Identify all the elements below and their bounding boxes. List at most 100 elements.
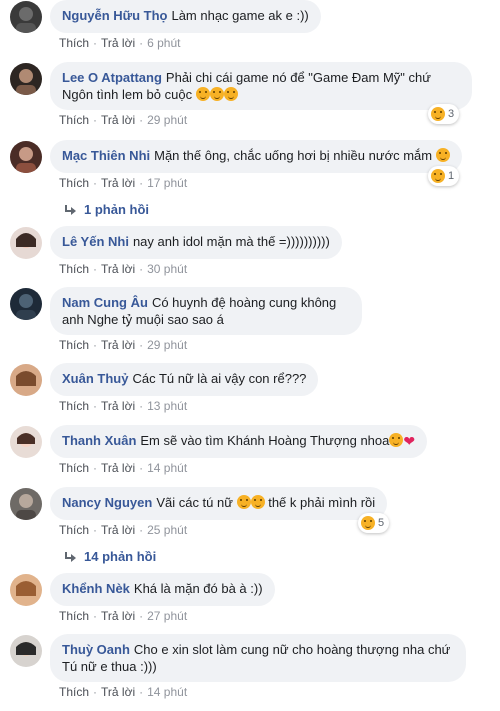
like-link[interactable]: Thích: [59, 461, 89, 475]
comment-text: Vãi các tú nữ: [156, 495, 233, 510]
reply-link[interactable]: Trả lời: [101, 113, 135, 127]
comment-text: Các Tú nữ là ai vậy con rể???: [132, 371, 307, 386]
reply-link[interactable]: Trả lời: [101, 461, 135, 475]
sad-emoji-icon: [223, 87, 238, 101]
comment-item: Lê Yến Nhi nay anh idol mặn mà thế =)))))…: [8, 226, 492, 276]
comment-item: Mạc Thiên Nhi Mặn thế ông, chắc uống hơi …: [8, 140, 492, 220]
comment-time[interactable]: 13 phút: [147, 399, 187, 413]
comment-time[interactable]: 14 phút: [147, 461, 187, 475]
comment-author[interactable]: Mạc Thiên Nhi: [62, 148, 150, 163]
comment-text-end: thế k phải mình rồi: [268, 495, 376, 510]
comment-actions: Thích · Trả lời · 6 phút: [59, 36, 181, 50]
reaction-badge[interactable]: 1: [428, 166, 460, 186]
comment-text: Mặn thế ông, chắc uống hơi bị nhiều nước…: [154, 148, 433, 163]
rofl-emoji-icon: [250, 495, 265, 509]
comment-text: Khá là mặn đó bà à :)): [133, 581, 263, 596]
comment-bubble: Lê Yến Nhi nay anh idol mặn mà thế =)))))…: [50, 226, 342, 259]
heart-icon: ❤: [403, 433, 416, 449]
comment-time[interactable]: 29 phút: [147, 338, 187, 352]
avatar[interactable]: [10, 288, 42, 320]
comment-time[interactable]: 6 phút: [147, 36, 180, 50]
reaction-badge[interactable]: 3: [428, 104, 460, 124]
laughing-emoji-icon: [435, 148, 450, 162]
avatar[interactable]: [10, 141, 42, 173]
comment-time[interactable]: 14 phút: [147, 685, 187, 699]
replies-count[interactable]: 1 phản hồi: [84, 202, 149, 217]
comment-actions: Thích · Trả lời · 25 phút: [59, 523, 188, 537]
comment-item: Thanh Xuân Em sẽ vào tìm Khánh Hoàng Thượ…: [8, 425, 492, 475]
like-link[interactable]: Thích: [59, 113, 89, 127]
like-link[interactable]: Thích: [59, 399, 89, 413]
view-replies-link[interactable]: 14 phản hồi: [64, 549, 156, 564]
comment-actions: Thích · Trả lời · 30 phút: [59, 262, 188, 276]
comment-time[interactable]: 17 phút: [147, 176, 187, 190]
sad-reaction-icon: [431, 169, 445, 183]
comment-actions: Thích · Trả lời · 14 phút: [59, 461, 188, 475]
reply-link[interactable]: Trả lời: [101, 338, 135, 352]
like-link[interactable]: Thích: [59, 523, 89, 537]
comment-author[interactable]: Thuỳ Oanh: [62, 642, 130, 657]
like-link[interactable]: Thích: [59, 338, 89, 352]
comment-bubble: Nguyễn Hữu Thọ Làm nhạc game ak e :)): [50, 0, 321, 33]
reply-arrow-icon: [64, 204, 76, 215]
like-link[interactable]: Thích: [59, 36, 89, 50]
reply-link[interactable]: Trả lời: [101, 399, 135, 413]
like-link[interactable]: Thích: [59, 685, 89, 699]
comment-author[interactable]: Nam Cung Âu: [62, 295, 148, 310]
comment-actions: Thích · Trả lời · 27 phút: [59, 609, 188, 623]
avatar[interactable]: [10, 574, 42, 606]
avatar[interactable]: [10, 63, 42, 95]
comment-bubble: Nam Cung Âu Có huynh đệ hoàng cung không …: [50, 287, 362, 335]
comment-time[interactable]: 25 phút: [147, 523, 187, 537]
like-link[interactable]: Thích: [59, 609, 89, 623]
reply-link[interactable]: Trả lời: [101, 176, 135, 190]
avatar[interactable]: [10, 426, 42, 458]
comment-time[interactable]: 29 phút: [147, 113, 187, 127]
comment-author[interactable]: Lee O Atpattang: [62, 70, 162, 85]
avatar[interactable]: [10, 1, 42, 33]
like-link[interactable]: Thích: [59, 176, 89, 190]
reply-link[interactable]: Trả lời: [101, 685, 135, 699]
comment-item: Khểnh Nèk Khá là mặn đó bà à :)) Thích · Tr…: [8, 573, 492, 623]
comment-bubble: Thanh Xuân Em sẽ vào tìm Khánh Hoàng Thượ…: [50, 425, 428, 458]
comment-time[interactable]: 30 phút: [147, 262, 187, 276]
comment-bubble: Nancy Nguyen Vãi các tú nữ thế k phải mìn…: [50, 487, 388, 520]
comment-author[interactable]: Thanh Xuân: [62, 433, 136, 448]
laughing-emoji-icon: [389, 433, 404, 447]
comment-bubble: Thuỳ Oanh Cho e xin slot làm cung nữ cho …: [50, 634, 466, 682]
comment-text: nay anh idol mặn mà thế =)))))))))): [132, 234, 330, 249]
comment-author[interactable]: Nancy Nguyen: [62, 495, 152, 510]
replies-count[interactable]: 14 phản hồi: [84, 549, 156, 564]
comment-author[interactable]: Khểnh Nèk: [62, 581, 130, 596]
comment-author[interactable]: Xuân Thuỷ: [62, 371, 128, 386]
reaction-badge[interactable]: 5: [358, 513, 390, 533]
reply-arrow-icon: [64, 551, 76, 562]
reply-link[interactable]: Trả lời: [101, 523, 135, 537]
avatar[interactable]: [10, 227, 42, 259]
comment-author[interactable]: Nguyễn Hữu Thọ: [62, 8, 167, 23]
reply-link[interactable]: Trả lời: [101, 609, 135, 623]
like-link[interactable]: Thích: [59, 262, 89, 276]
comment-item: Lee O Atpattang Phải chi cái game nó để "…: [8, 62, 492, 127]
comment-item: Nancy Nguyen Vãi các tú nữ thế k phải mìn…: [8, 487, 492, 567]
comment-item: Nguyễn Hữu Thọ Làm nhạc game ak e :)) Thí…: [8, 0, 492, 50]
avatar[interactable]: [10, 635, 42, 667]
comment-actions: Thích · Trả lời · 14 phút: [59, 685, 188, 699]
reply-link[interactable]: Trả lời: [101, 36, 135, 50]
avatar[interactable]: [10, 364, 42, 396]
sad-emoji-icon: [195, 87, 210, 101]
comment-bubble: Khểnh Nèk Khá là mặn đó bà à :)): [50, 573, 275, 606]
comment-author[interactable]: Lê Yến Nhi: [62, 234, 129, 249]
comment-bubble: Lee O Atpattang Phải chi cái game nó để "…: [50, 62, 472, 110]
sad-emoji-icon: [209, 87, 224, 101]
comment-time[interactable]: 27 phút: [147, 609, 187, 623]
view-replies-link[interactable]: 1 phản hồi: [64, 202, 149, 217]
haha-reaction-icon: [431, 107, 445, 121]
haha-reaction-icon: [361, 516, 375, 530]
comment-actions: Thích · Trả lời · 29 phút: [59, 113, 188, 127]
avatar[interactable]: [10, 488, 42, 520]
comment-bubble: Xuân Thuỷ Các Tú nữ là ai vậy con rể???: [50, 363, 319, 396]
reply-link[interactable]: Trả lời: [101, 262, 135, 276]
comment-item: Nam Cung Âu Có huynh đệ hoàng cung không …: [8, 287, 492, 352]
reaction-count: 3: [448, 108, 455, 120]
